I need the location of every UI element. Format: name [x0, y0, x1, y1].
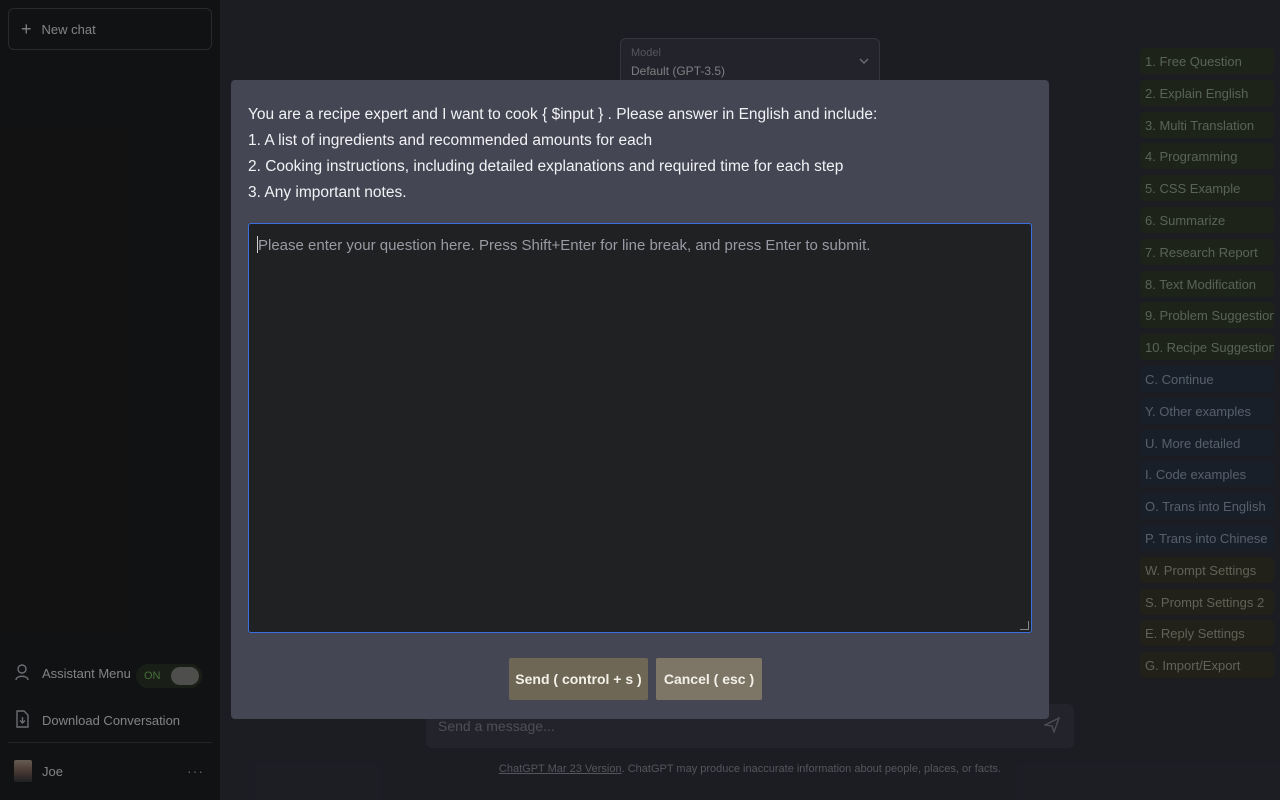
prompt-dialog: You are a recipe expert and I want to co…: [231, 80, 1049, 719]
prompt-line: 2. Cooking instructions, including detai…: [248, 158, 844, 175]
textarea-placeholder: Please enter your question here. Press S…: [258, 237, 871, 254]
prompt-line: 1. A list of ingredients and recommended…: [248, 132, 653, 149]
send-button[interactable]: Send ( control + s ): [509, 658, 648, 700]
question-textarea[interactable]: Please enter your question here. Press S…: [248, 223, 1032, 633]
resize-handle[interactable]: [1020, 621, 1029, 630]
prompt-line: You are a recipe expert and I want to co…: [248, 106, 878, 123]
prompt-line: 3. Any important notes.: [248, 184, 407, 201]
prompt-template: You are a recipe expert and I want to co…: [248, 102, 1038, 206]
cancel-button[interactable]: Cancel ( esc ): [656, 658, 762, 700]
